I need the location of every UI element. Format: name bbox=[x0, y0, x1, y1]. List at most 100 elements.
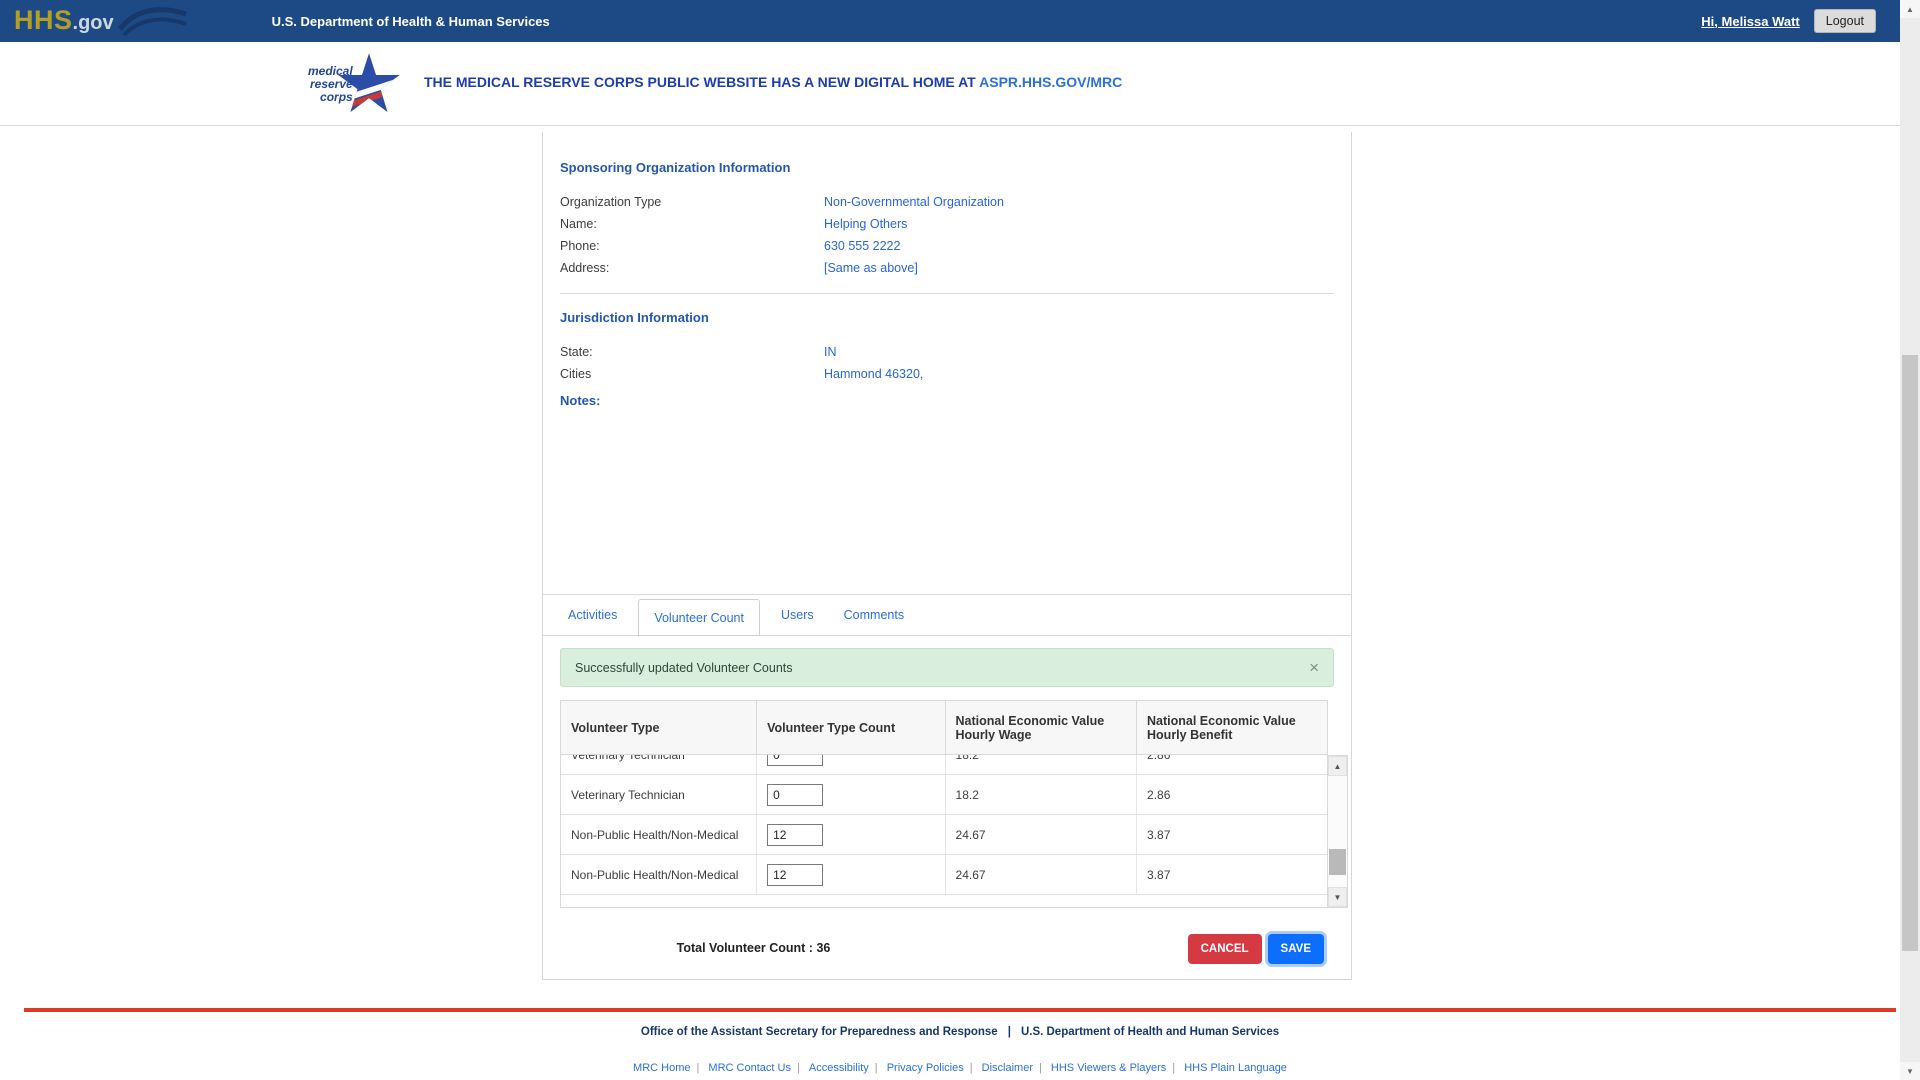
volunteer-count-table: Volunteer Type Volunteer Type Count Nati… bbox=[560, 700, 1328, 908]
footer-separator: | bbox=[1008, 1026, 1011, 1038]
field-label: Cities bbox=[560, 363, 824, 385]
cancel-button[interactable]: CANCEL bbox=[1188, 934, 1262, 964]
mrc-logo[interactable]: medical reserve corps bbox=[308, 52, 401, 116]
gov-logo-text: .gov bbox=[73, 12, 114, 35]
action-buttons: CANCEL SAVE bbox=[1188, 934, 1324, 964]
field-label: Phone: bbox=[560, 235, 824, 257]
field-label: Name: bbox=[560, 213, 824, 235]
total-volunteer-count: Total Volunteer Count : 36 bbox=[677, 941, 831, 955]
footer-aspr-text: Office of the Assistant Secretary for Pr… bbox=[641, 1026, 998, 1038]
cell-volunteer-type: Veterinary Technician bbox=[561, 755, 757, 774]
mrc-word-corps: corps bbox=[320, 91, 353, 104]
field-address: Address: [Same as above] bbox=[560, 257, 1334, 279]
field-label: Organization Type bbox=[560, 191, 824, 213]
browser-scrollbar[interactable]: ▲ ▼ bbox=[1900, 0, 1920, 1080]
footer-link-mrc-home[interactable]: MRC Home bbox=[633, 1062, 690, 1074]
footer-separator: | bbox=[697, 1062, 700, 1074]
field-value: Helping Others bbox=[824, 213, 907, 235]
count-input[interactable] bbox=[767, 755, 823, 766]
field-value: IN bbox=[824, 341, 837, 363]
table-scrollbar-thumb[interactable] bbox=[1329, 849, 1346, 875]
tab-comments[interactable]: Comments bbox=[829, 595, 919, 635]
hhs-eagle-icon bbox=[118, 5, 188, 37]
cell-count bbox=[757, 815, 945, 854]
field-value: Hammond 46320, bbox=[824, 363, 923, 385]
footer-link-mrc-contact[interactable]: MRC Contact Us bbox=[708, 1062, 791, 1074]
col-header-volunteer-type-count: Volunteer Type Count bbox=[757, 701, 945, 754]
count-input[interactable] bbox=[767, 824, 823, 846]
mrc-word-reserve: reserve bbox=[310, 78, 353, 91]
field-phone: Phone: 630 555 2222 bbox=[560, 235, 1334, 257]
table-scrollbar-track[interactable] bbox=[1328, 776, 1347, 887]
footer-link-accessibility[interactable]: Accessibility bbox=[809, 1062, 869, 1074]
logout-button[interactable]: Logout bbox=[1814, 9, 1876, 33]
col-header-hourly-wage: National Economic Value Hourly Wage bbox=[946, 701, 1138, 754]
cell-benefit: 2.86 bbox=[1137, 755, 1327, 774]
table-scrollbar[interactable]: ▲ ▼ bbox=[1328, 755, 1348, 908]
mrc-word-medical: medical bbox=[308, 65, 353, 78]
cell-volunteer-type: Veterinary Technician bbox=[561, 775, 757, 814]
footer-link-privacy[interactable]: Privacy Policies bbox=[887, 1062, 964, 1074]
browser-scrollbar-thumb[interactable] bbox=[1902, 355, 1918, 951]
tab-volunteer-count[interactable]: Volunteer Count bbox=[638, 599, 760, 636]
cell-benefit: 3.87 bbox=[1137, 855, 1327, 894]
browser-scrollbar-track[interactable] bbox=[1900, 18, 1920, 1062]
footer-hhs-text: U.S. Department of Health and Human Serv… bbox=[1021, 1026, 1279, 1038]
department-title: U.S. Department of Health & Human Servic… bbox=[272, 14, 550, 29]
banner-message: THE MEDICAL RESERVE CORPS PUBLIC WEBSITE… bbox=[424, 74, 1122, 90]
tab-users[interactable]: Users bbox=[766, 595, 829, 635]
col-header-hourly-benefit: National Economic Value Hourly Benefit bbox=[1137, 701, 1327, 754]
count-input[interactable] bbox=[767, 864, 823, 886]
field-value: [Same as above] bbox=[824, 257, 918, 279]
footer-link-viewers[interactable]: HHS Viewers & Players bbox=[1051, 1062, 1166, 1074]
banner-message-text: THE MEDICAL RESERVE CORPS PUBLIC WEBSITE… bbox=[424, 74, 976, 90]
footer-red-divider bbox=[24, 1008, 1896, 1012]
hhs-gov-logo[interactable]: HHS.gov bbox=[14, 5, 188, 37]
cell-wage: 24.67 bbox=[946, 855, 1138, 894]
field-cities: Cities Hammond 46320, bbox=[560, 363, 1334, 385]
field-value: Non-Governmental Organization bbox=[824, 191, 1004, 213]
cell-count bbox=[757, 855, 945, 894]
col-header-volunteer-type: Volunteer Type bbox=[561, 701, 757, 754]
chevron-up-icon[interactable]: ▲ bbox=[1328, 756, 1347, 776]
page: HHS.gov U.S. Department of Health & Huma… bbox=[0, 0, 1920, 1080]
field-state: State: IN bbox=[560, 341, 1334, 363]
cell-wage: 24.67 bbox=[946, 815, 1138, 854]
mrc-banner: medical reserve corps THE MEDICAL RESERV… bbox=[0, 42, 1920, 126]
topbar-right: Hi, Melissa Watt Logout bbox=[1701, 9, 1906, 33]
cell-benefit: 3.87 bbox=[1137, 815, 1327, 854]
close-icon[interactable]: × bbox=[1309, 659, 1319, 676]
banner-aspr-link[interactable]: ASPR.HHS.GOV/MRC bbox=[979, 74, 1122, 90]
footer-links: MRC Home | MRC Contact Us | Accessibility |… bbox=[0, 1062, 1920, 1074]
footer-separator: | bbox=[1172, 1062, 1175, 1074]
notes-title: Notes: bbox=[560, 393, 1334, 408]
chevron-up-icon[interactable]: ▲ bbox=[1900, 0, 1920, 18]
field-organization-type: Organization Type Non-Governmental Organ… bbox=[560, 191, 1334, 213]
table-row: Veterinary Technician 18.2 2.86 bbox=[561, 775, 1327, 815]
tab-activities[interactable]: Activities bbox=[553, 595, 632, 635]
chevron-down-icon[interactable]: ▼ bbox=[1328, 887, 1347, 907]
record-detail-panel: Sponsoring Organization Information Orga… bbox=[542, 132, 1352, 980]
save-button[interactable]: SAVE bbox=[1268, 934, 1324, 964]
sponsoring-org-title: Sponsoring Organization Information bbox=[560, 160, 1334, 175]
footer-link-disclaimer[interactable]: Disclaimer bbox=[982, 1062, 1033, 1074]
detail-tabs: Activities Volunteer Count Users Comment… bbox=[543, 594, 1351, 636]
cell-volunteer-type: Non-Public Health/Non-Medical bbox=[561, 855, 757, 894]
table-row: Veterinary Technician 18.2 2.86 bbox=[561, 755, 1327, 775]
footer-separator: | bbox=[970, 1062, 973, 1074]
table-body: Veterinary Technician 18.2 2.86 Veterina… bbox=[561, 755, 1327, 895]
field-label: State: bbox=[560, 341, 824, 363]
footer-separator: | bbox=[1039, 1062, 1042, 1074]
footer-link-plain-language[interactable]: HHS Plain Language bbox=[1184, 1062, 1287, 1074]
cell-wage: 18.2 bbox=[946, 775, 1138, 814]
footer-org-line: Office of the Assistant Secretary for Pr… bbox=[0, 1026, 1920, 1038]
user-greeting-link[interactable]: Hi, Melissa Watt bbox=[1701, 14, 1799, 29]
cell-count bbox=[757, 755, 945, 774]
cell-wage: 18.2 bbox=[946, 755, 1138, 774]
chevron-down-icon[interactable]: ▼ bbox=[1900, 1062, 1920, 1080]
actions-row: Total Volunteer Count : 36 CANCEL SAVE bbox=[560, 934, 1334, 968]
table-row: Non-Public Health/Non-Medical 24.67 3.87 bbox=[561, 855, 1327, 895]
cell-volunteer-type: Non-Public Health/Non-Medical bbox=[561, 815, 757, 854]
field-label: Address: bbox=[560, 257, 824, 279]
count-input[interactable] bbox=[767, 784, 823, 806]
